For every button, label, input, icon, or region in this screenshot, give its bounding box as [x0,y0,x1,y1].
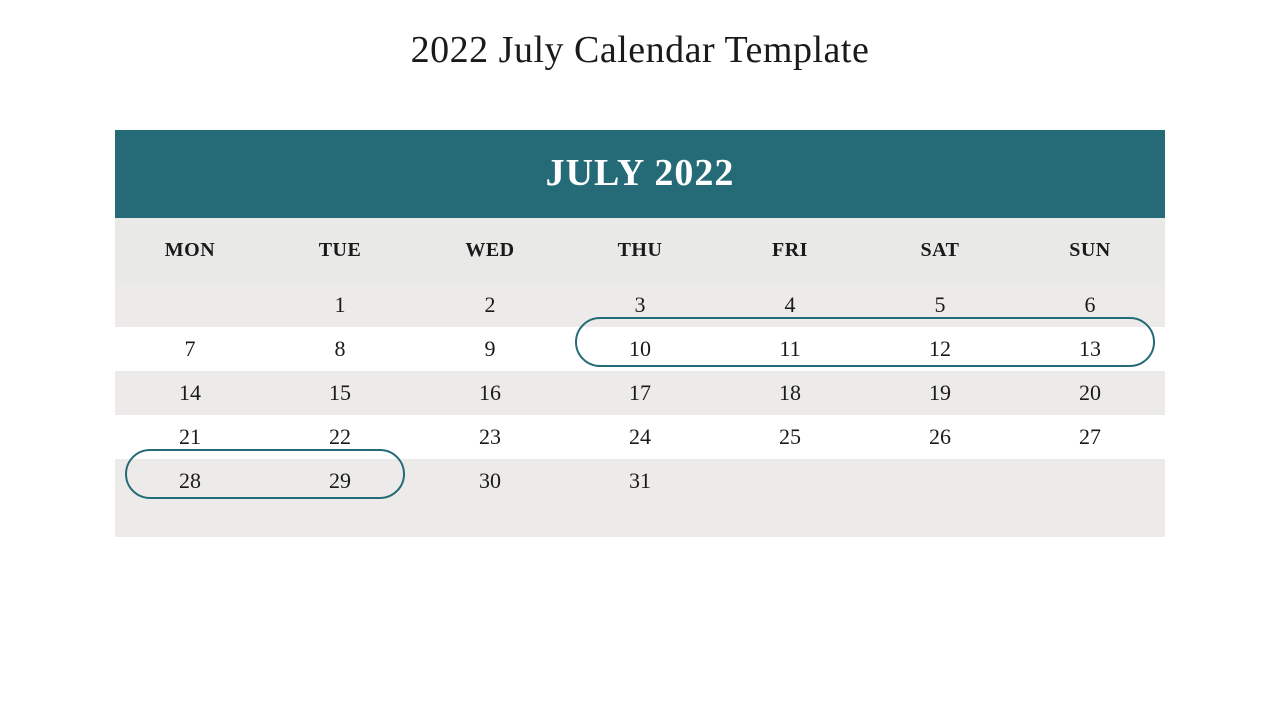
day-cell: 24 [565,415,715,459]
day-cell: 8 [265,327,415,371]
day-cell [715,459,865,503]
week-row: 28 29 30 31 [115,459,1165,503]
day-cell [865,459,1015,503]
week-row: 14 15 16 17 18 19 20 [115,371,1165,415]
day-cell: 14 [115,371,265,415]
day-cell: 22 [265,415,415,459]
day-cell: 29 [265,459,415,503]
weekday-wed: WED [415,218,565,283]
day-cell: 9 [415,327,565,371]
page-title: 2022 July Calendar Template [0,0,1280,72]
day-cell: 16 [415,371,565,415]
weekday-mon: MON [115,218,265,283]
day-cell: 13 [1015,327,1165,371]
day-cell: 12 [865,327,1015,371]
week-row: 7 8 9 10 11 12 13 [115,327,1165,371]
day-cell: 26 [865,415,1015,459]
day-cell: 7 [115,327,265,371]
day-cell [115,283,265,327]
day-cell: 30 [415,459,565,503]
day-cell: 10 [565,327,715,371]
calendar-container: JULY 2022 MON TUE WED THU FRI SAT SUN 1 … [115,130,1165,537]
week-row: 1 2 3 4 5 6 [115,283,1165,327]
day-cell: 1 [265,283,415,327]
day-cell: 3 [565,283,715,327]
calendar-footer-spacer [115,503,1165,537]
day-cell [1015,459,1165,503]
day-cell: 25 [715,415,865,459]
day-cell: 19 [865,371,1015,415]
day-cell: 23 [415,415,565,459]
weekday-fri: FRI [715,218,865,283]
weekday-sun: SUN [1015,218,1165,283]
day-cell: 6 [1015,283,1165,327]
month-header: JULY 2022 [115,130,1165,218]
weekday-tue: TUE [265,218,415,283]
day-cell: 20 [1015,371,1165,415]
weekday-row: MON TUE WED THU FRI SAT SUN [115,218,1165,283]
week-row: 21 22 23 24 25 26 27 [115,415,1165,459]
day-cell: 31 [565,459,715,503]
weekday-thu: THU [565,218,715,283]
day-cell: 27 [1015,415,1165,459]
day-cell: 2 [415,283,565,327]
day-cell: 5 [865,283,1015,327]
weekday-sat: SAT [865,218,1015,283]
day-cell: 4 [715,283,865,327]
day-cell: 17 [565,371,715,415]
day-cell: 28 [115,459,265,503]
day-cell: 18 [715,371,865,415]
day-cell: 15 [265,371,415,415]
day-cell: 11 [715,327,865,371]
calendar-grid: 1 2 3 4 5 6 7 8 9 10 11 12 13 14 15 16 1… [115,283,1165,503]
day-cell: 21 [115,415,265,459]
